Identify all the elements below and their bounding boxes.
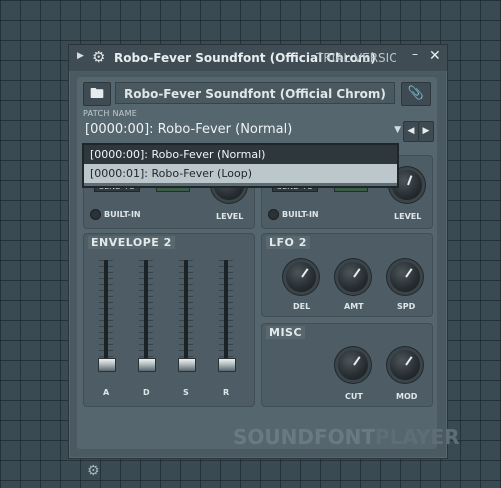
- slider-track-d[interactable]: [144, 260, 148, 368]
- patch-select[interactable]: [0000:00]: Robo-Fever (Normal) ▼: [83, 119, 403, 141]
- title-bar[interactable]: ▶ ⚙ Robo-Fever Soundfont (Official Chrom…: [69, 45, 447, 71]
- minimize-button[interactable]: –: [412, 47, 418, 61]
- slider-track-s[interactable]: [184, 260, 188, 368]
- caret-down-icon: ▼: [394, 125, 401, 135]
- brand-player: PLAYER: [375, 425, 460, 449]
- misc-cut-label: CUT: [345, 392, 363, 401]
- brand-soundfont: SOUNDFONT: [233, 425, 376, 449]
- close-button[interactable]: ✕: [429, 48, 441, 64]
- chevron-right-icon: ▶: [422, 126, 430, 136]
- chorus-level-label: LEVEL: [394, 212, 422, 221]
- plugin-window: ▶ ⚙ Robo-Fever Soundfont (Official Chrom…: [68, 44, 460, 479]
- slider-handle-d[interactable]: [138, 358, 156, 372]
- folder-icon: 🖿: [90, 86, 104, 102]
- slider-track-a[interactable]: [104, 260, 108, 368]
- misc-label: MISC: [266, 326, 306, 339]
- patch-dropdown-list[interactable]: [0000:00]: Robo-Fever (Normal) [0000:01]…: [82, 143, 399, 188]
- soundfont-name-field[interactable]: Robo-Fever Soundfont (Official Chrom): [115, 82, 395, 104]
- slider-label-a: A: [103, 388, 110, 397]
- reverb-builtin-led[interactable]: [90, 209, 101, 220]
- chorus-builtin-led[interactable]: [268, 209, 279, 220]
- slider-label-d: D: [143, 388, 150, 397]
- misc-section: MISC CUT MOD: [261, 323, 433, 407]
- slider-track-r[interactable]: [224, 260, 228, 368]
- lfo2-del-knob[interactable]: [286, 262, 316, 292]
- trial-label: TRIAL VERSIO...: [316, 51, 396, 65]
- envelope2-section: ENVELOPE 2 A D S R: [83, 233, 255, 407]
- menu-arrow-icon[interactable]: ▶: [77, 51, 84, 61]
- dropdown-option[interactable]: [0000:00]: Robo-Fever (Normal): [84, 145, 397, 164]
- lfo2-label: LFO 2: [266, 236, 310, 249]
- brand-logo: SOUNDFONTPLAYER: [233, 425, 460, 449]
- lfo2-amt-label: AMT: [344, 302, 364, 311]
- lfo2-spd-label: SPD: [397, 302, 416, 311]
- patch-name-label: PATCH NAME: [83, 109, 138, 118]
- lfo2-section: LFO 2 DEL AMT SPD: [261, 233, 433, 317]
- lfo2-amt-knob[interactable]: [338, 262, 368, 292]
- chorus-builtin-label: BUILT-IN: [282, 210, 319, 219]
- slider-handle-r[interactable]: [218, 358, 236, 372]
- next-patch-button[interactable]: ▶: [418, 121, 434, 142]
- lfo2-del-label: DEL: [293, 302, 311, 311]
- prev-patch-button[interactable]: ◀: [403, 121, 419, 142]
- lfo2-spd-knob[interactable]: [390, 262, 420, 292]
- attach-button[interactable]: 📎: [401, 82, 431, 106]
- slider-handle-a[interactable]: [98, 358, 116, 372]
- folder-button[interactable]: 🖿: [83, 82, 111, 106]
- gear-icon[interactable]: ⚙: [92, 48, 105, 66]
- settings-gear-icon[interactable]: ⚙: [87, 463, 100, 479]
- main-panel: 🖿 Robo-Fever Soundfont (Official Chrom) …: [77, 77, 460, 479]
- envelope2-label: ENVELOPE 2: [88, 236, 175, 249]
- slider-label-s: S: [183, 388, 189, 397]
- patch-select-value: [0000:00]: Robo-Fever (Normal): [85, 122, 293, 137]
- slider-label-r: R: [223, 388, 230, 397]
- chevron-left-icon: ◀: [407, 126, 415, 136]
- misc-cut-knob[interactable]: [338, 350, 368, 380]
- reverb-builtin-label: BUILT-IN: [104, 210, 141, 219]
- slider-handle-s[interactable]: [178, 358, 196, 372]
- dropdown-option[interactable]: [0000:01]: Robo-Fever (Loop): [84, 164, 397, 183]
- paperclip-icon: 📎: [407, 86, 425, 101]
- misc-mod-knob[interactable]: [390, 350, 420, 380]
- misc-mod-label: MOD: [396, 392, 418, 401]
- reverb-level-label: LEVEL: [216, 212, 244, 221]
